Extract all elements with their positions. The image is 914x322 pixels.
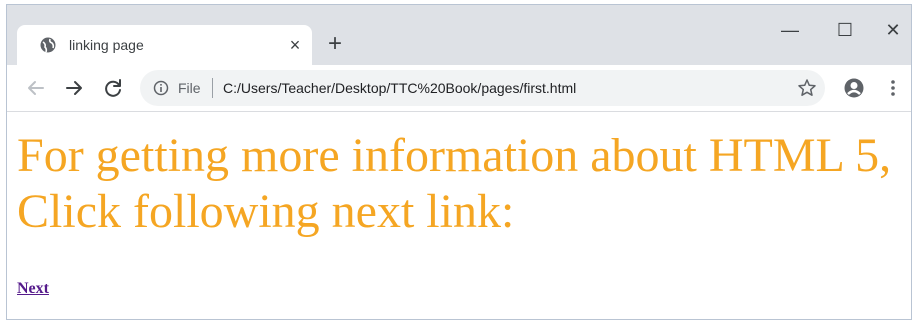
back-arrow-icon[interactable] — [22, 74, 50, 102]
page-heading: For getting more information about HTML … — [17, 129, 892, 238]
reload-icon[interactable] — [99, 74, 127, 102]
globe-icon — [40, 37, 56, 53]
address-bar[interactable]: File C:/Users/Teacher/Desktop/TTC%20Book… — [140, 70, 825, 106]
title-bar: linking page × + — ☐ ✕ — [7, 5, 911, 65]
tab-linking-page[interactable]: linking page × — [17, 25, 312, 65]
minimize-button[interactable]: — — [772, 15, 808, 45]
page-content: For getting more information about HTML … — [7, 112, 911, 319]
profile-icon[interactable] — [843, 77, 865, 99]
close-button[interactable]: ✕ — [875, 15, 911, 45]
next-link[interactable]: Next — [17, 280, 49, 298]
info-icon[interactable] — [153, 80, 169, 96]
new-tab-button[interactable]: + — [323, 32, 347, 56]
address-separator — [212, 78, 213, 98]
forward-arrow-icon[interactable] — [60, 74, 88, 102]
url-text[interactable]: C:/Users/Teacher/Desktop/TTC%20Book/page… — [223, 79, 576, 97]
maximize-button[interactable]: ☐ — [827, 15, 863, 45]
browser-window: linking page × + — ☐ ✕ File C:/Users/Tea… — [6, 4, 912, 320]
bookmark-star-icon[interactable] — [797, 78, 817, 98]
scheme-label: File — [178, 80, 201, 96]
more-menu-icon[interactable] — [883, 77, 903, 99]
tab-title: linking page — [69, 37, 144, 53]
tab-close-icon[interactable]: × — [285, 35, 305, 55]
browser-toolbar: File C:/Users/Teacher/Desktop/TTC%20Book… — [7, 65, 911, 112]
